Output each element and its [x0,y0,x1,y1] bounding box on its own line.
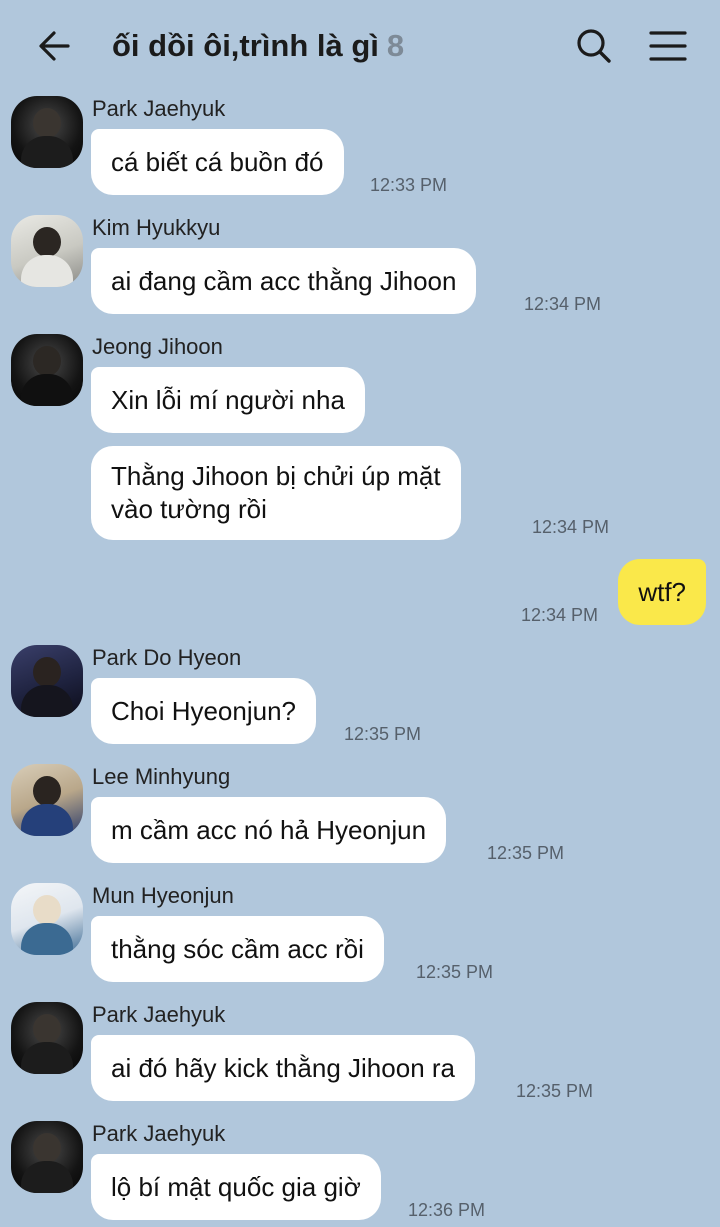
sender-name: Mun Hyeonjun [92,883,234,908]
message-bubble[interactable]: ai đang cầm acc thằng Jihoon [91,248,477,314]
avatar-body [21,374,73,406]
chat-title-text: ối dồi ôi,trình là gì [112,28,379,63]
avatar[interactable] [11,334,83,406]
message-time: 12:34 PM [532,517,610,537]
member-count: 8 [386,28,405,63]
message-line: Thằng Jihoon bị chửi úp mặt [111,461,441,491]
back-button[interactable] [34,24,78,68]
message-bubble[interactable]: lộ bí mật quốc gia giờ [91,1154,381,1220]
avatar-head [33,776,61,806]
avatar[interactable] [11,96,83,168]
message-time: 12:33 PM [370,175,448,195]
avatar[interactable] [11,1121,83,1193]
message-time: 12:36 PM [408,1200,486,1220]
message-time: 12:35 PM [344,724,422,744]
message-time: 12:34 PM [521,605,599,625]
avatar-body [21,255,73,287]
avatar-head [33,346,61,376]
avatar-body [21,136,73,168]
message-time: 12:35 PM [487,843,565,863]
avatar[interactable] [11,215,83,287]
message-bubble[interactable]: m cầm acc nó hả Hyeonjun [91,797,447,863]
avatar-head [33,657,61,687]
back-arrow-icon [39,31,70,61]
sender-name: Lee Minhyung [92,764,231,789]
avatar[interactable] [11,764,83,836]
avatar-head [33,895,61,925]
avatar-body [21,1042,73,1074]
sender-name: Park Jaehyuk [92,1121,226,1146]
message-time: 12:35 PM [416,962,494,982]
search-button[interactable] [572,24,616,68]
sender-name: Kim Hyukkyu [92,215,221,240]
my-message-bubble[interactable]: wtf? [618,559,706,625]
message-bubble[interactable]: ai đó hãy kick thằng Jihoon ra [91,1035,475,1101]
avatar[interactable] [11,1002,83,1074]
chat-title: ối dồi ôi,trình là gì 8 [112,24,404,68]
avatar[interactable] [11,645,83,717]
sender-name: Park Jaehyuk [92,96,226,121]
message-bubble[interactable]: Xin lỗi mí người nha [91,367,365,433]
sender-name: Jeong Jihoon [92,334,223,359]
menu-icon [649,31,687,61]
message-bubble[interactable]: thằng sóc cầm acc rồi [91,916,384,982]
avatar-head [33,108,61,138]
avatar-body [21,1161,73,1193]
avatar-body [21,923,73,955]
message-time: 12:35 PM [516,1081,594,1101]
chat-header: ối dồi ôi,trình là gì 8 [0,0,720,90]
message-line: vào tường rồi [111,494,267,524]
avatar-head [33,1014,61,1044]
message-bubble[interactable]: cá biết cá buồn đó [91,129,344,195]
message-bubble-multiline[interactable]: Thằng Jihoon bị chửi úp mặt vào tường rồ… [91,446,461,540]
avatar[interactable] [11,883,83,955]
search-icon [577,29,611,63]
avatar-head [33,227,61,257]
sender-name: Park Jaehyuk [92,1002,226,1027]
menu-button[interactable] [646,24,690,68]
avatar-body [21,804,73,836]
avatar-body [21,685,73,717]
message-bubble[interactable]: Choi Hyeonjun? [91,678,317,744]
sender-name: Park Do Hyeon [92,645,242,670]
message-time: 12:34 PM [524,294,602,314]
avatar-head [33,1133,61,1163]
